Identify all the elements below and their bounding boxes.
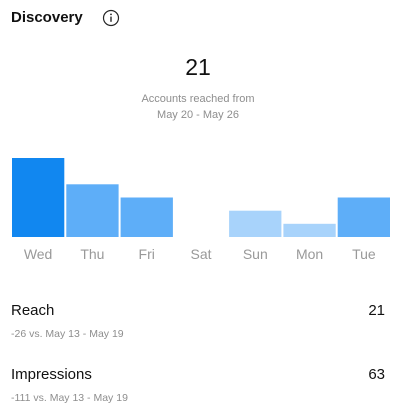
metric-comparison: -111 vs. May 13 - May 19	[11, 392, 128, 404]
x-tick-label: Sun	[243, 246, 268, 262]
accounts-reached-total: 21	[185, 54, 211, 80]
metric-label: Impressions	[11, 366, 92, 383]
bar-mon[interactable]	[283, 223, 336, 237]
bar-wed[interactable]	[12, 158, 65, 237]
date-range-caption: Accounts reached from May 20 - May 26	[0, 91, 396, 123]
bar-thu[interactable]	[66, 184, 119, 237]
caption-line-2: May 20 - May 26	[157, 109, 239, 121]
bar-tue[interactable]	[337, 197, 390, 238]
section-title: Discovery	[11, 9, 83, 26]
bar-sun[interactable]	[229, 210, 282, 237]
metric-comparison: -26 vs. May 13 - May 19	[11, 328, 124, 340]
info-circle-icon[interactable]	[102, 9, 120, 27]
x-tick-label: Fri	[139, 246, 155, 262]
bar-fri[interactable]	[120, 197, 173, 238]
metric-reach[interactable]: Reach 21 -26 vs. May 13 - May 19	[11, 302, 385, 340]
caption-line-1: Accounts reached from	[141, 93, 255, 105]
x-tick-label: Wed	[24, 246, 53, 262]
x-tick-label: Mon	[296, 246, 323, 262]
daily-reach-bar-chart: Wed Thu Fri Sat Sun Mon Tue	[12, 158, 390, 262]
x-tick-label: Thu	[80, 246, 104, 262]
x-tick-label: Sat	[190, 246, 211, 262]
metric-value: 21	[368, 302, 385, 319]
x-tick-label: Tue	[352, 246, 376, 262]
metric-impressions[interactable]: Impressions 63 -111 vs. May 13 - May 19	[11, 366, 385, 404]
metric-label: Reach	[11, 302, 55, 319]
metric-value: 63	[368, 366, 385, 383]
